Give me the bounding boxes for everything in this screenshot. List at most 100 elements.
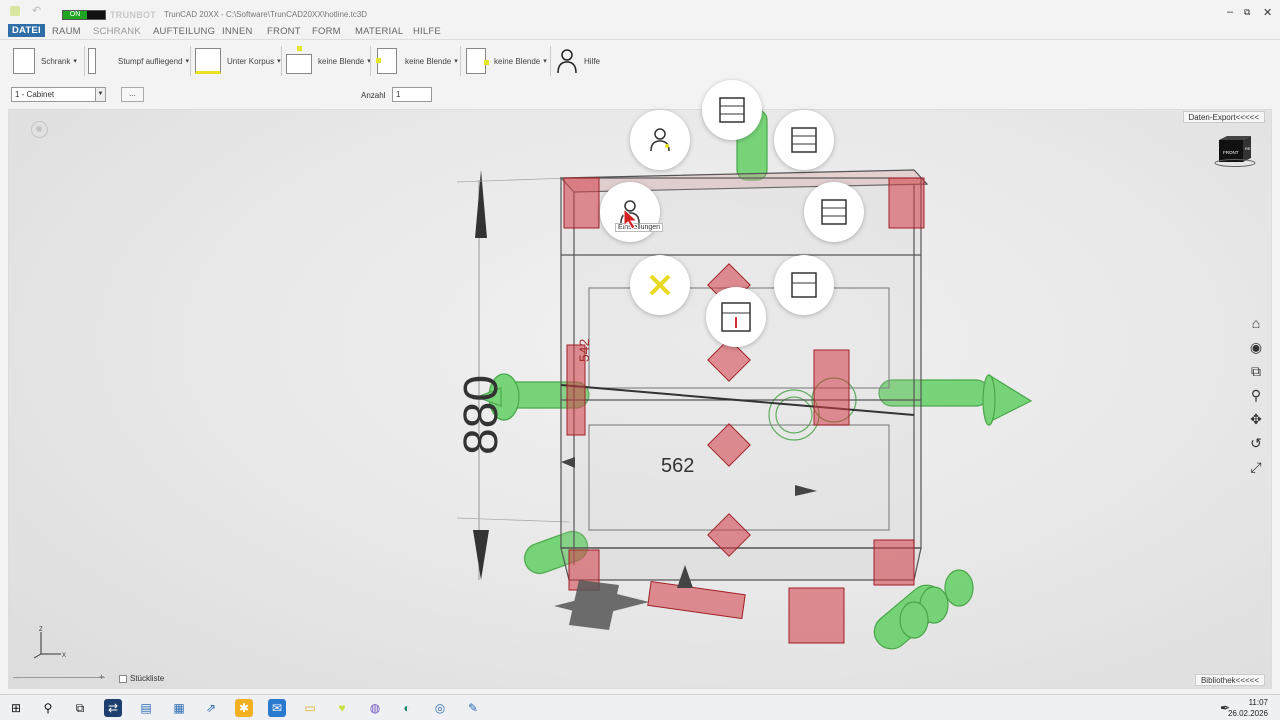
more-button[interactable]: ... <box>121 87 144 102</box>
blende-button-2[interactable]: keine Blende ▾ <box>377 46 458 76</box>
cube-front-label: FRONT <box>1223 150 1239 155</box>
cabinet-select-value: 1 - Cabinet <box>15 90 55 99</box>
axis-indicator-icon: Z X <box>33 627 66 659</box>
edge-icon[interactable]: ◐ <box>398 699 416 717</box>
fullscreen-icon[interactable]: ⤢ <box>1247 458 1265 476</box>
schrank-button[interactable]: Schrank ▾ <box>13 46 77 76</box>
home-icon[interactable]: ⌂ <box>1247 314 1265 332</box>
blende-marker-icon <box>376 58 381 63</box>
hilfe-label: Hilfe <box>584 56 601 66</box>
zoom-window-icon[interactable]: ⧉ <box>1247 362 1265 380</box>
zoom-icon[interactable]: ⚲ <box>1247 386 1265 404</box>
clock-time: 11:07 <box>1248 698 1268 707</box>
close-button[interactable]: ✕ <box>1263 6 1272 19</box>
blende-icon <box>286 54 312 74</box>
close-icon <box>649 274 671 296</box>
radial-item-shelves[interactable] <box>774 110 834 170</box>
radial-item-drawer[interactable] <box>804 182 864 242</box>
menu-aufteilung[interactable]: AUFTEILUNG <box>153 26 215 37</box>
app-star-icon[interactable]: ✱ <box>235 699 253 717</box>
minimize-button[interactable]: – <box>1227 6 1233 18</box>
search-icon[interactable]: ⚲ <box>39 699 57 717</box>
menu-raum[interactable]: RAUM <box>52 26 81 37</box>
trunbot-toggle[interactable]: ON <box>62 10 106 20</box>
stumpf-button[interactable]: Stumpf aufliegend ▾ <box>88 46 189 76</box>
radial-item-front[interactable] <box>774 255 834 315</box>
calculator-icon[interactable]: ▦ <box>170 699 188 717</box>
hilfe-button[interactable]: Hilfe <box>556 46 600 76</box>
radial-item-close[interactable] <box>630 255 690 315</box>
dimension-side-text: 542 <box>576 338 592 362</box>
teamviewer-icon[interactable]: ⇄ <box>104 699 122 717</box>
teams-icon[interactable]: ◍ <box>366 699 384 717</box>
clock-date: 26.02.2026 <box>1227 709 1268 718</box>
browser-icon[interactable]: ◎ <box>431 699 449 717</box>
cabinet-drawer-icon <box>821 199 847 225</box>
chevron-down-icon: ▾ <box>454 58 458 65</box>
blende-marker-icon <box>297 46 302 51</box>
zoom-slider[interactable] <box>17 677 105 678</box>
cabinet-layout-icon <box>719 97 745 123</box>
korpus-icon <box>195 48 221 74</box>
dimension-depth-text: 562 <box>661 455 694 477</box>
view-cube-icon[interactable]: FRONT RE <box>1213 134 1257 168</box>
blende-button-3[interactable]: keine Blende ▾ <box>466 46 547 76</box>
axis-x-label: X <box>62 653 66 659</box>
chevron-down-icon[interactable]: ▼ <box>95 88 105 101</box>
menu-form[interactable]: FORM <box>312 26 341 37</box>
windows-start-icon[interactable]: ⊞ <box>7 699 25 717</box>
axis-z-label: Z <box>39 627 43 633</box>
anzahl-input[interactable]: 1 <box>392 87 432 102</box>
korpus-button[interactable]: Unter Korpus ▾ <box>195 46 281 76</box>
blende-label-2: keine Blende <box>405 56 452 66</box>
person-icon <box>650 128 670 152</box>
radial-item-divider[interactable] <box>706 287 766 347</box>
eye-icon[interactable] <box>31 121 48 138</box>
menu-datei[interactable]: DATEI <box>8 24 45 37</box>
task-view-icon[interactable]: ⧉ <box>71 699 89 717</box>
panel-edge-icon <box>88 48 96 74</box>
undo-icon[interactable]: ↶ <box>32 4 41 17</box>
options-row: 1 - Cabinet ▼ ... Anzahl 1 <box>0 84 1280 106</box>
truncad-taskbar-icon[interactable]: ♥ <box>333 699 351 717</box>
cabinet-select[interactable]: 1 - Cabinet ▼ <box>11 87 106 102</box>
radial-item-top[interactable] <box>702 80 762 140</box>
stueckliste-label: Stückliste <box>130 674 165 683</box>
trunbot-label: TRUNBOT <box>110 10 157 20</box>
cabinet-divider-icon <box>721 302 751 332</box>
file-explorer-icon[interactable]: ▭ <box>301 699 319 717</box>
bibliothek-button[interactable]: Bibliothek<<<<< <box>1194 674 1265 686</box>
menu-material[interactable]: MATERIAL <box>355 26 403 37</box>
schrank-label: Schrank <box>41 56 71 66</box>
outlook-icon[interactable]: ✉ <box>268 699 286 717</box>
cabinet-icon <box>13 48 35 74</box>
window-title: TrunCAD 20XX - C:\Software\TrunCAD20XX\h… <box>164 10 368 19</box>
restore-button[interactable]: ⧉ <box>1244 7 1250 18</box>
ribbon-divider <box>460 46 461 76</box>
plus-icon[interactable]: + <box>99 672 104 682</box>
folder-share-icon[interactable]: ⇗ <box>202 699 220 717</box>
menu-schrank[interactable]: SCHRANK <box>93 26 141 37</box>
stueckliste-checkbox[interactable] <box>119 674 127 683</box>
app-window-icon[interactable]: ▤ <box>137 699 155 717</box>
blende-label-3: keine Blende <box>494 56 541 66</box>
radial-item-assistant[interactable] <box>630 110 690 170</box>
clock[interactable]: 11:07 26.02.2026 <box>1228 697 1268 719</box>
menu-hilfe[interactable]: HILFE <box>413 26 441 37</box>
orbit-icon[interactable]: ◉ <box>1247 338 1265 356</box>
ribbon-toolbar: Schrank ▾ Stumpf aufliegend ▾ Unter Korp… <box>0 39 1280 83</box>
app-pen-icon[interactable]: ✎ <box>464 699 482 717</box>
pan-icon[interactable]: ✥ <box>1247 410 1265 428</box>
ribbon-divider <box>281 46 282 76</box>
rotate-icon[interactable]: ↺ <box>1247 434 1265 452</box>
menu-innen[interactable]: INNEN <box>222 26 253 37</box>
chevron-down-icon: ▾ <box>73 58 77 65</box>
ribbon-divider <box>550 46 551 76</box>
cube-side-label: RE <box>1245 146 1251 151</box>
ribbon-divider <box>190 46 191 76</box>
daten-export-button[interactable]: Daten-Export<<<<< <box>1182 111 1265 123</box>
stueckliste-toggle[interactable]: Stückliste <box>119 674 164 683</box>
toggle-on-label: ON <box>63 11 87 19</box>
menu-front[interactable]: FRONT <box>267 26 301 37</box>
chevron-down-icon: ▾ <box>543 58 547 65</box>
